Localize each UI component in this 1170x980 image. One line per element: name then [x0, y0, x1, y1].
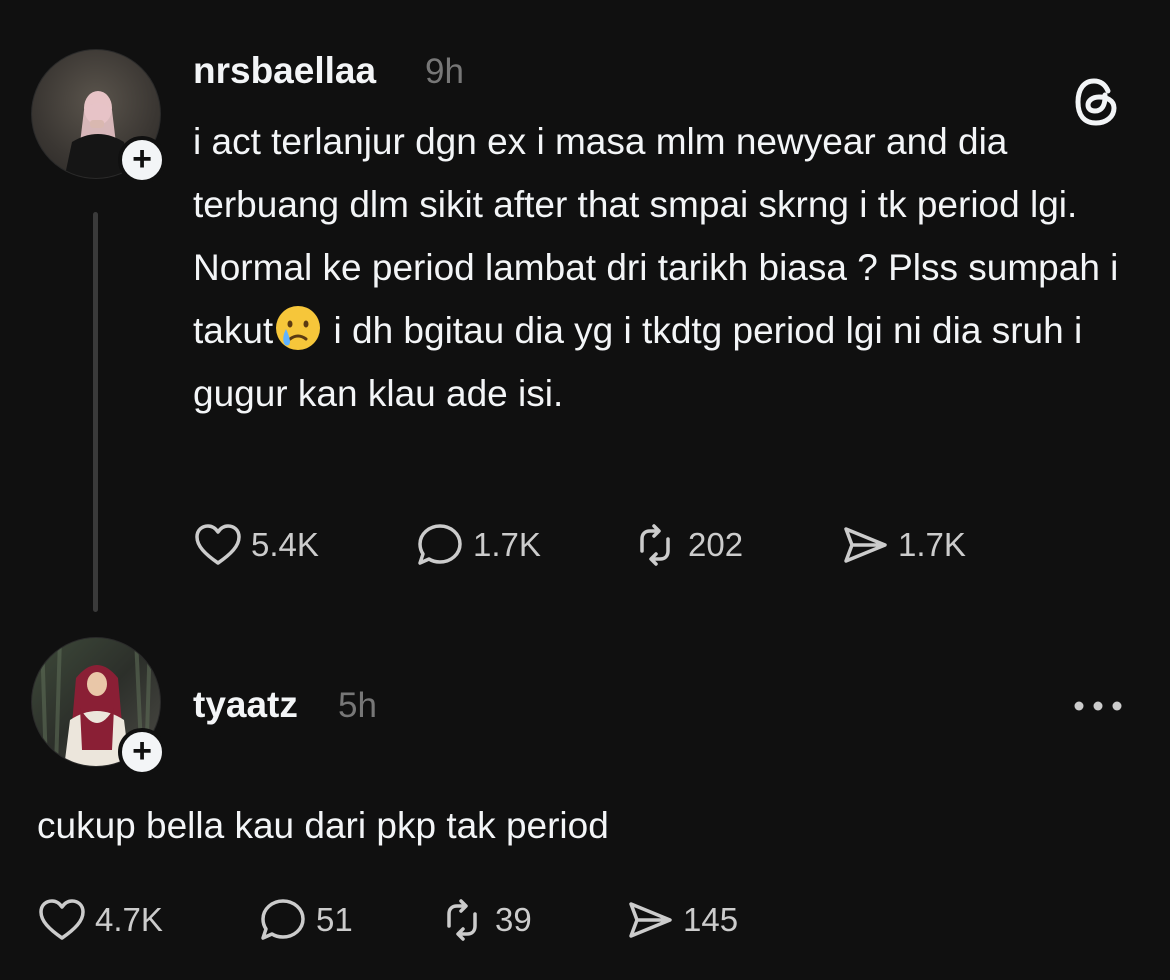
thread-connector-line — [93, 212, 98, 612]
post-text-part-2: i dh bgitau dia yg i tkdtg period lgi ni… — [193, 310, 1083, 414]
plus-icon: + — [132, 732, 152, 770]
reply-count: 51 — [316, 901, 353, 938]
like-button[interactable]: 5.4K — [193, 523, 319, 567]
reply-post: + tyaatz 5h cukup bella kau dari pkp tak… — [0, 620, 1170, 980]
post-timestamp: 9h — [425, 52, 464, 91]
original-post: + nrsbaellaa 9h i act terlanjur dgn ex i… — [0, 0, 1170, 620]
follow-button[interactable]: + — [118, 136, 166, 184]
post-username[interactable]: nrsbaellaa — [193, 50, 376, 92]
comment-button[interactable]: 51 — [258, 898, 353, 942]
post-body: i act terlanjur dgn ex i masa mlm newyea… — [193, 110, 1143, 425]
plus-icon: + — [132, 140, 152, 178]
repost-count: 202 — [688, 526, 744, 563]
like-count: 5.4K — [251, 526, 319, 563]
repost-button[interactable]: 202 — [630, 523, 743, 567]
follow-button[interactable]: + — [118, 728, 166, 776]
like-count: 4.7K — [95, 901, 163, 938]
crying-face-icon — [276, 306, 321, 350]
heart-icon — [195, 524, 241, 565]
comment-bubble-icon — [418, 524, 462, 565]
repost-icon — [640, 524, 670, 566]
comment-bubble-icon — [261, 899, 305, 940]
reply-username[interactable]: tyaatz — [193, 684, 298, 726]
share-button[interactable]: 145 — [625, 898, 738, 942]
share-button[interactable]: 1.7K — [840, 523, 966, 567]
share-count: 145 — [683, 901, 739, 938]
repost-count: 39 — [495, 901, 532, 938]
send-icon — [629, 902, 672, 938]
more-options-icon[interactable] — [1072, 700, 1124, 712]
reply-body: cukup bella kau dari pkp tak period — [37, 805, 609, 846]
reply-count: 1.7K — [473, 526, 541, 563]
share-count: 1.7K — [898, 526, 966, 563]
heart-icon — [39, 899, 85, 940]
comment-button[interactable]: 1.7K — [415, 523, 541, 567]
reply-timestamp: 5h — [338, 686, 377, 725]
repost-button[interactable]: 39 — [437, 898, 532, 942]
send-icon — [844, 527, 887, 563]
like-button[interactable]: 4.7K — [37, 898, 163, 942]
repost-icon — [447, 899, 477, 941]
